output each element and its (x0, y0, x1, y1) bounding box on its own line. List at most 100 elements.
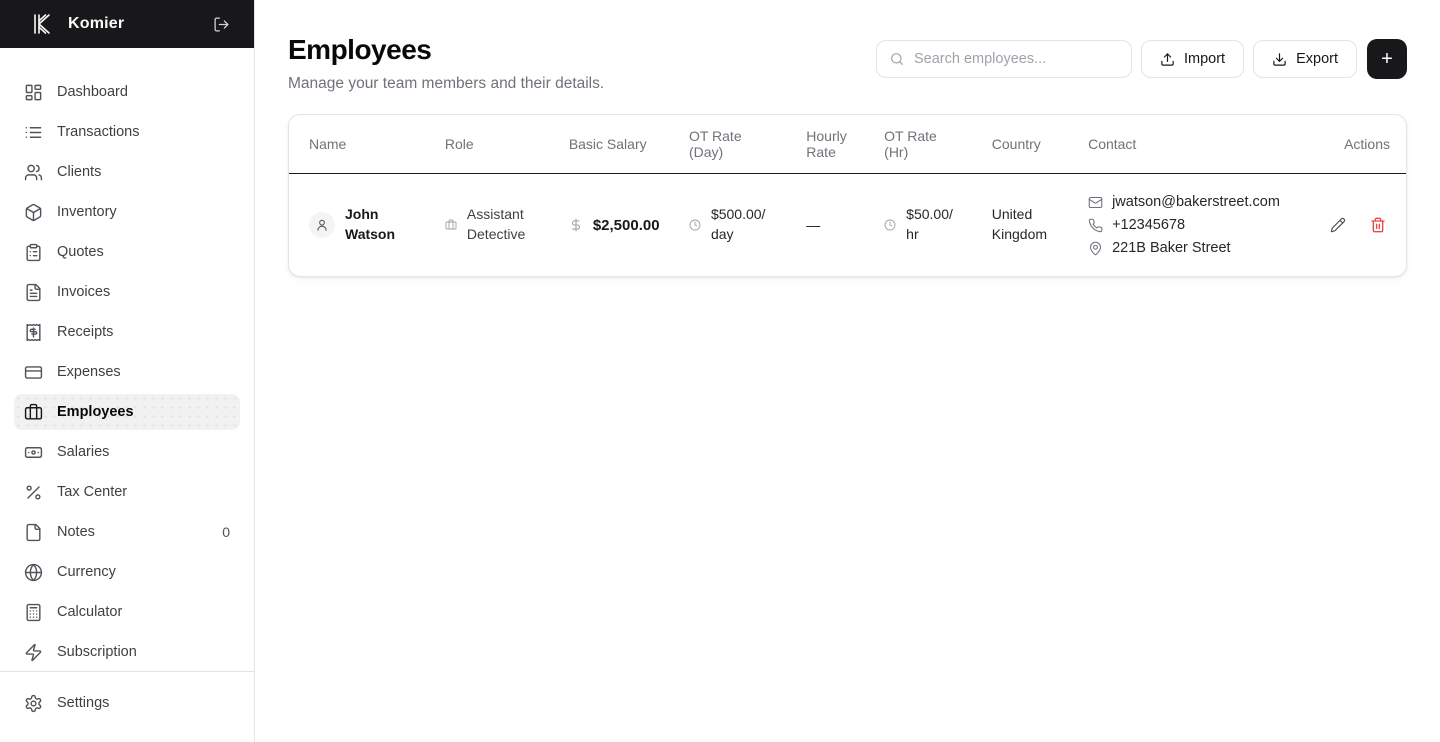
pencil-icon (1330, 217, 1346, 233)
contact-email: jwatson@bakerstreet.com (1088, 194, 1306, 210)
import-button[interactable]: Import (1140, 40, 1245, 78)
ot-rate-day-value: $500.00/ day (710, 206, 766, 242)
sidebar-item-inventory[interactable]: Inventory (14, 194, 240, 230)
sidebar-item-quotes[interactable]: Quotes (14, 234, 240, 270)
cell-hourly-rate: — (794, 174, 872, 277)
sidebar: Komier Dashboard Transactions Clients In… (0, 0, 255, 742)
sidebar-item-currency[interactable]: Currency (14, 554, 240, 590)
search-box[interactable] (875, 40, 1132, 78)
column-header-basic-salary: Basic Salary (556, 115, 677, 174)
cell-ot-rate-hr: $50.00/ hr (872, 174, 980, 277)
sidebar-item-expenses[interactable]: Expenses (14, 354, 240, 390)
cell-actions (1318, 174, 1406, 277)
brand-name: Komier (68, 15, 125, 32)
column-header-ot-rate-day: OT Rate (Day) (676, 115, 795, 174)
sidebar-item-salaries[interactable]: Salaries (14, 434, 240, 470)
briefcase-icon (445, 219, 457, 231)
contact-address: 221B Baker Street (1088, 240, 1306, 256)
phone-icon (1088, 218, 1103, 232)
employees-table-card: Name Role Basic Salary OT Rate (Day) Hou… (288, 114, 1407, 277)
zap-icon (25, 643, 42, 661)
sidebar-item-label: Invoices (57, 284, 111, 300)
sidebar-item-label: Subscription (57, 644, 137, 660)
user-icon (317, 219, 327, 231)
import-button-label: Import (1183, 51, 1226, 67)
phone-value: +12345678 (1112, 217, 1186, 233)
email-value: jwatson@bakerstreet.com (1112, 194, 1280, 210)
sidebar-item-dashboard[interactable]: Dashboard (14, 74, 240, 110)
sidebar-item-transactions[interactable]: Transactions (14, 114, 240, 150)
employee-name: John Watson (345, 206, 396, 242)
add-employee-button[interactable]: + (1367, 39, 1407, 79)
sidebar-item-label: Receipts (57, 324, 114, 340)
cell-country: United Kingdom (980, 174, 1076, 277)
contact-phone: +12345678 (1088, 217, 1306, 233)
sidebar-item-notes[interactable]: Notes 0 (14, 514, 240, 550)
page-heading-block: Employees Manage your team members and t… (288, 34, 604, 93)
table-header: Name Role Basic Salary OT Rate (Day) Hou… (289, 115, 1406, 174)
table-row: John Watson Assistant Detective $2,500.0… (289, 174, 1406, 277)
search-icon (891, 53, 903, 65)
cell-role: Assistant Detective (433, 174, 557, 277)
sidebar-nav: Dashboard Transactions Clients Inventory… (0, 48, 254, 671)
export-button-label: Export (1296, 51, 1338, 67)
page-subtitle: Manage your team members and their detai… (288, 75, 605, 92)
column-header-hourly-rate: Hourly Rate (794, 115, 873, 174)
sidebar-item-subscription[interactable]: Subscription (14, 634, 240, 670)
column-header-country: Country (979, 115, 1077, 174)
export-button[interactable]: Export (1253, 40, 1357, 78)
sidebar-item-label: Calculator (57, 604, 123, 620)
mail-icon (1088, 196, 1103, 208)
sidebar-item-label: Expenses (57, 364, 121, 380)
receipt-icon (26, 323, 41, 341)
employee-role: Assistant Detective (466, 206, 526, 242)
sidebar-item-label: Settings (57, 695, 110, 711)
globe-icon (24, 563, 43, 581)
delete-button[interactable] (1370, 217, 1386, 233)
sidebar-item-label: Transactions (57, 124, 140, 140)
upload-icon (1161, 52, 1174, 66)
map-pin-icon (1090, 241, 1102, 255)
dashboard-grid-icon (25, 84, 42, 100)
file-icon (26, 523, 41, 541)
sidebar-item-settings[interactable]: Settings (14, 685, 240, 721)
calculator-icon (26, 603, 41, 621)
sidebar-footer: Settings (0, 671, 254, 742)
sidebar-item-employees[interactable]: Employees (14, 394, 240, 430)
column-header-contact: Contact (1076, 115, 1318, 174)
search-input[interactable] (913, 51, 1119, 67)
sidebar-item-receipts[interactable]: Receipts (14, 314, 240, 350)
sidebar-item-label: Tax Center (57, 484, 128, 500)
sidebar-item-label: Currency (57, 564, 116, 580)
sidebar-item-tax-center[interactable]: Tax Center (14, 474, 240, 510)
download-icon (1273, 52, 1286, 66)
clock-icon (884, 219, 896, 231)
sidebar-item-label: Quotes (57, 244, 104, 260)
country-value: United Kingdom (991, 206, 1048, 242)
cell-contact: jwatson@bakerstreet.com +12345678 221B B… (1076, 174, 1318, 277)
sidebar-item-label: Salaries (57, 444, 110, 460)
edit-button[interactable] (1330, 217, 1346, 233)
cell-name: John Watson (289, 174, 433, 277)
column-header-role: Role (432, 115, 557, 174)
basic-salary-value: $2,500.00 (592, 216, 660, 234)
logout-icon[interactable] (213, 16, 230, 33)
sidebar-item-clients[interactable]: Clients (14, 154, 240, 190)
header-controls: Import Export + (875, 39, 1407, 79)
sidebar-item-calculator[interactable]: Calculator (14, 594, 240, 630)
ot-rate-hr-value: $50.00/ hr (906, 206, 953, 242)
clipboard-list-icon (26, 243, 41, 261)
sidebar-item-label: Clients (57, 164, 102, 180)
hourly-rate-value: — (806, 217, 821, 233)
briefcase-icon (24, 403, 43, 420)
percent-icon (26, 484, 41, 500)
clock-icon (689, 219, 701, 231)
gear-icon (25, 694, 42, 712)
sidebar-item-label: Employees (57, 404, 134, 420)
cell-ot-rate-day: $500.00/ day (677, 174, 794, 277)
sidebar-item-invoices[interactable]: Invoices (14, 274, 240, 310)
column-header-ot-rate-hr: OT Rate (Hr) (872, 115, 980, 174)
cell-basic-salary: $2,500.00 (557, 174, 677, 277)
column-header-name: Name (289, 115, 433, 174)
dollar-sign-icon (569, 218, 583, 232)
